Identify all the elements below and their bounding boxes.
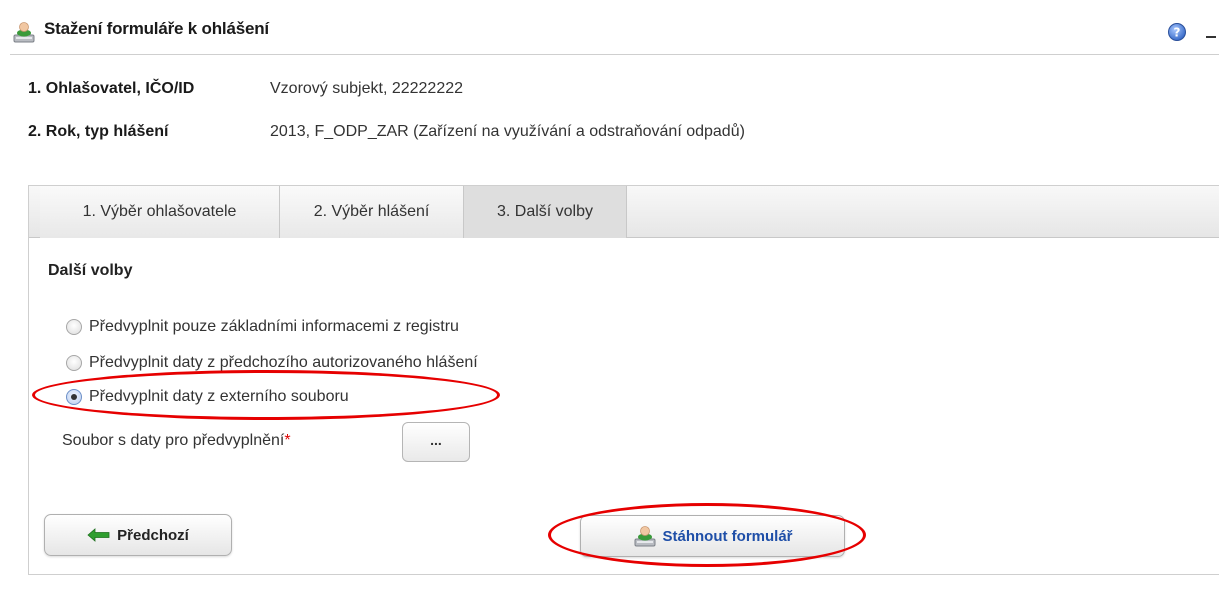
minimize-icon[interactable] [1206, 36, 1216, 38]
previous-button[interactable]: Předchozí [44, 514, 232, 556]
tab-select-reporter[interactable]: 1. Výběr ohlašovatele [40, 186, 280, 238]
user-computer-icon [12, 20, 36, 44]
page-title: Stažení formuláře k ohlášení [44, 19, 269, 38]
download-form-button[interactable]: Stáhnout formulář [580, 515, 845, 557]
reporter-label: 1. Ohlašovatel, IČO/ID [28, 80, 195, 97]
download-button-label: Stáhnout formulář [662, 527, 793, 545]
year-value: 2013, F_ODP_ZAR (Zařízení na využívání a… [270, 123, 745, 140]
arrow-left-icon [87, 528, 110, 542]
radio-button-checked[interactable] [66, 389, 82, 405]
option-registry-prefill[interactable]: Předvyplnit pouze základními informacemi… [66, 315, 459, 339]
option-label: Předvyplnit daty z předchozího autorizov… [89, 354, 478, 371]
radio-button[interactable] [66, 355, 82, 371]
section-title: Další volby [48, 262, 133, 279]
option-external-file-prefill[interactable]: Předvyplnit daty z externího souboru [66, 385, 349, 409]
year-label: 2. Rok, typ hlášení [28, 123, 169, 140]
file-label-text: Soubor s daty pro předvyplnění [62, 432, 285, 449]
reporter-value: Vzorový subjekt, 22222222 [270, 80, 464, 97]
radio-button[interactable] [66, 319, 82, 335]
option-previous-report-prefill[interactable]: Předvyplnit daty z předchozího autorizov… [66, 351, 478, 375]
browse-file-button[interactable]: ... [402, 422, 470, 462]
header-divider [10, 54, 1219, 55]
user-computer-icon [634, 526, 655, 547]
svg-text:?: ? [1174, 26, 1181, 40]
previous-button-label: Předchozí [117, 526, 189, 544]
file-label: Soubor s daty pro předvyplnění* [62, 432, 291, 450]
option-label: Předvyplnit daty z externího souboru [89, 388, 349, 405]
required-mark: * [284, 432, 291, 449]
tab-select-report[interactable]: 2. Výběr hlášení [280, 186, 464, 238]
option-label: Předvyplnit pouze základními informacemi… [89, 318, 459, 335]
tab-more-options[interactable]: 3. Další volby [464, 186, 627, 238]
help-icon[interactable]: ? [1167, 22, 1187, 42]
